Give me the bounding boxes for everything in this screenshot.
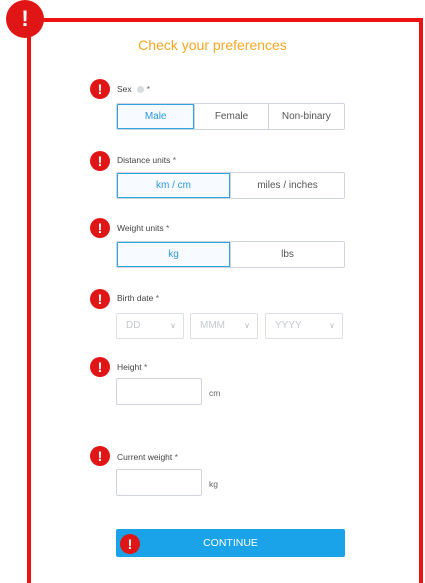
continue-button[interactable]: CONTINUE — [116, 529, 345, 557]
sex-option-male[interactable]: Male — [117, 104, 195, 129]
weight-option-lbs[interactable]: lbs — [230, 242, 344, 267]
birth-date-label-text: Birth date — [117, 293, 154, 303]
alert-icon: ! — [90, 357, 110, 377]
alert-icon: ! — [90, 79, 110, 99]
alert-icon: ! — [90, 218, 110, 238]
alert-icon: ! — [120, 534, 140, 554]
height-input[interactable] — [116, 378, 202, 405]
birth-month-select[interactable]: MMM ∨ — [190, 313, 258, 339]
current-weight-label-text: Current weight — [117, 452, 173, 462]
weight-option-kg[interactable]: kg — [117, 242, 231, 267]
required-mark: * — [174, 452, 178, 462]
sex-label: Sex * — [117, 84, 150, 94]
sex-option-female[interactable]: Female — [194, 104, 267, 129]
chevron-down-icon: ∨ — [170, 321, 176, 330]
distance-units-label-text: Distance units — [117, 155, 171, 165]
required-mark: * — [146, 84, 150, 94]
sex-label-text: Sex — [117, 84, 132, 94]
weight-units-label-text: Weight units — [117, 223, 164, 233]
height-unit: cm — [209, 388, 221, 398]
distance-option-km-cm[interactable]: km / cm — [117, 173, 231, 198]
height-label-text: Height — [117, 362, 142, 372]
required-mark: * — [172, 155, 177, 165]
birth-month-placeholder: MMM — [200, 320, 225, 331]
continue-label: CONTINUE — [203, 537, 258, 549]
alert-icon: ! — [90, 289, 110, 309]
required-mark: * — [166, 223, 170, 233]
birth-day-placeholder: DD — [126, 320, 141, 331]
birth-year-select[interactable]: YYYY ∨ — [265, 313, 343, 339]
required-mark: * — [143, 362, 148, 372]
distance-units-selector: km / cm miles / inches — [116, 172, 345, 199]
current-weight-label: Current weight * — [117, 452, 178, 462]
distance-option-miles-inches[interactable]: miles / inches — [230, 173, 344, 198]
info-icon[interactable] — [136, 86, 144, 93]
page-title: Check your preferences — [138, 37, 287, 53]
chevron-down-icon: ∨ — [329, 321, 335, 330]
height-label: Height * — [117, 362, 147, 372]
birth-day-select[interactable]: DD ∨ — [116, 313, 184, 339]
distance-units-label: Distance units * — [117, 155, 176, 165]
current-weight-unit: kg — [209, 479, 218, 489]
alert-icon: ! — [6, 0, 44, 38]
sex-option-non-binary[interactable]: Non-binary — [267, 104, 344, 129]
chevron-down-icon: ∨ — [244, 321, 250, 330]
birth-date-label: Birth date * — [117, 293, 159, 303]
alert-icon: ! — [90, 151, 110, 171]
required-mark: * — [155, 293, 160, 303]
birth-year-placeholder: YYYY — [275, 320, 302, 331]
current-weight-input[interactable] — [116, 469, 202, 496]
weight-units-label: Weight units * — [117, 223, 169, 233]
sex-selector: Male Female Non-binary — [116, 103, 345, 130]
alert-icon: ! — [90, 446, 110, 466]
weight-units-selector: kg lbs — [116, 241, 345, 268]
